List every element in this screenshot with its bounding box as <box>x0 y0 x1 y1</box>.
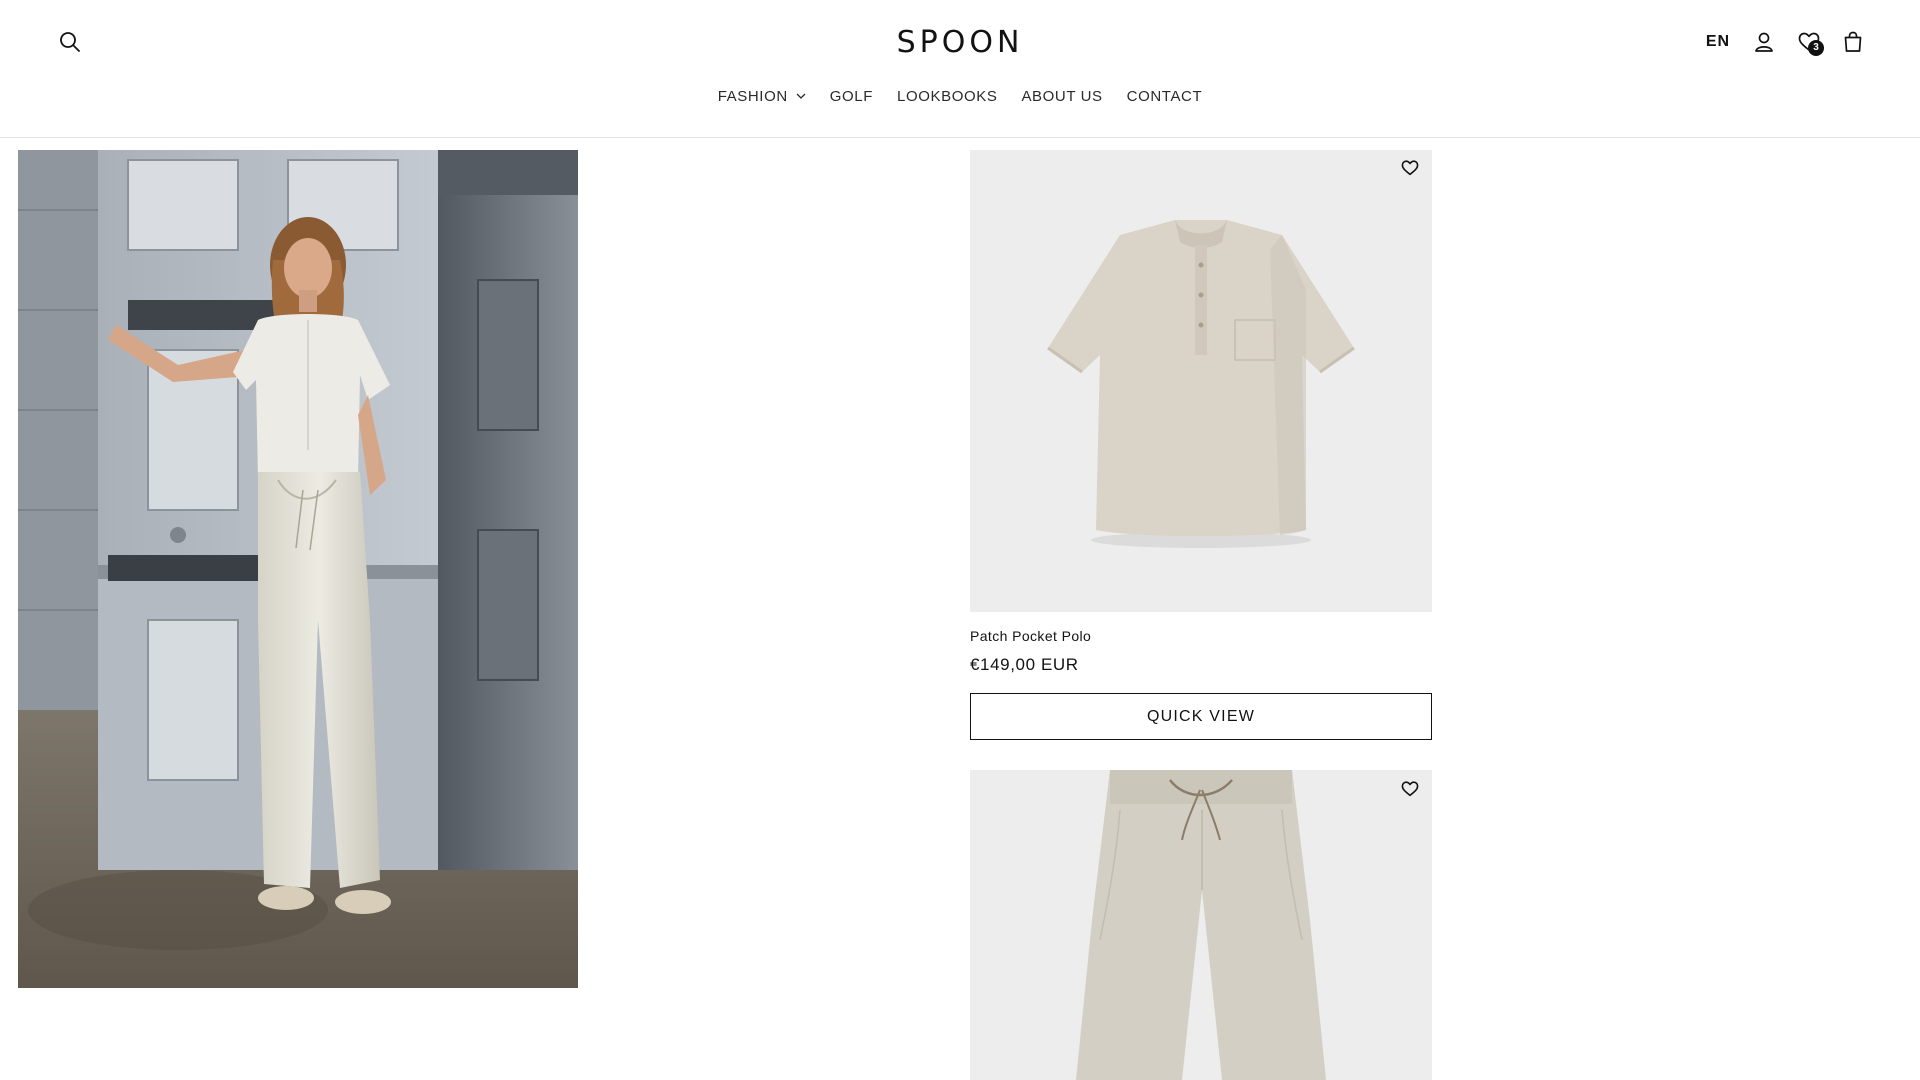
lookbook-image <box>18 150 578 988</box>
chevron-down-icon <box>796 93 806 99</box>
nav-item-golf[interactable]: GOLF <box>818 84 885 108</box>
nav-item-label: GOLF <box>829 87 874 105</box>
wishlist-count-badge: 3 <box>1808 40 1824 56</box>
search-icon <box>60 32 80 52</box>
add-to-wishlist-button[interactable] <box>1396 775 1424 803</box>
site-header: SPOON EN 3 FASHION GOLF LOOKBOOKS ABOUT … <box>0 0 1920 138</box>
cart-bag-icon <box>1844 31 1862 52</box>
nav-item-label: FASHION <box>717 87 788 105</box>
add-to-wishlist-button[interactable] <box>1396 154 1424 182</box>
logo-text: SPOON <box>896 24 1024 60</box>
language-selector[interactable]: EN <box>1700 30 1736 54</box>
nav-item-about-us[interactable]: ABOUT US <box>1009 84 1114 108</box>
main-navigation: FASHION GOLF LOOKBOOKS ABOUT US CONTACT <box>0 84 1920 108</box>
heart-icon <box>1401 781 1419 797</box>
account-button[interactable] <box>1750 28 1778 56</box>
product-title[interactable]: Patch Pocket Polo <box>970 628 1091 644</box>
product-price: €149,00 EUR <box>970 655 1079 674</box>
site-logo[interactable]: SPOON <box>880 24 1040 60</box>
account-icon <box>1755 32 1773 52</box>
heart-icon <box>1401 160 1419 176</box>
nav-item-label: CONTACT <box>1126 87 1203 105</box>
nav-item-contact[interactable]: CONTACT <box>1115 84 1215 108</box>
nav-item-lookbooks[interactable]: LOOKBOOKS <box>885 84 1009 108</box>
nav-item-label: LOOKBOOKS <box>897 87 998 105</box>
quick-view-button[interactable]: QUICK VIEW <box>970 693 1432 740</box>
search-button[interactable] <box>56 28 84 56</box>
cart-button[interactable] <box>1839 28 1867 56</box>
product-image[interactable] <box>970 150 1432 612</box>
nav-item-label: ABOUT US <box>1021 87 1103 105</box>
product-image[interactable] <box>970 770 1432 1080</box>
nav-item-fashion[interactable]: FASHION <box>706 84 818 108</box>
